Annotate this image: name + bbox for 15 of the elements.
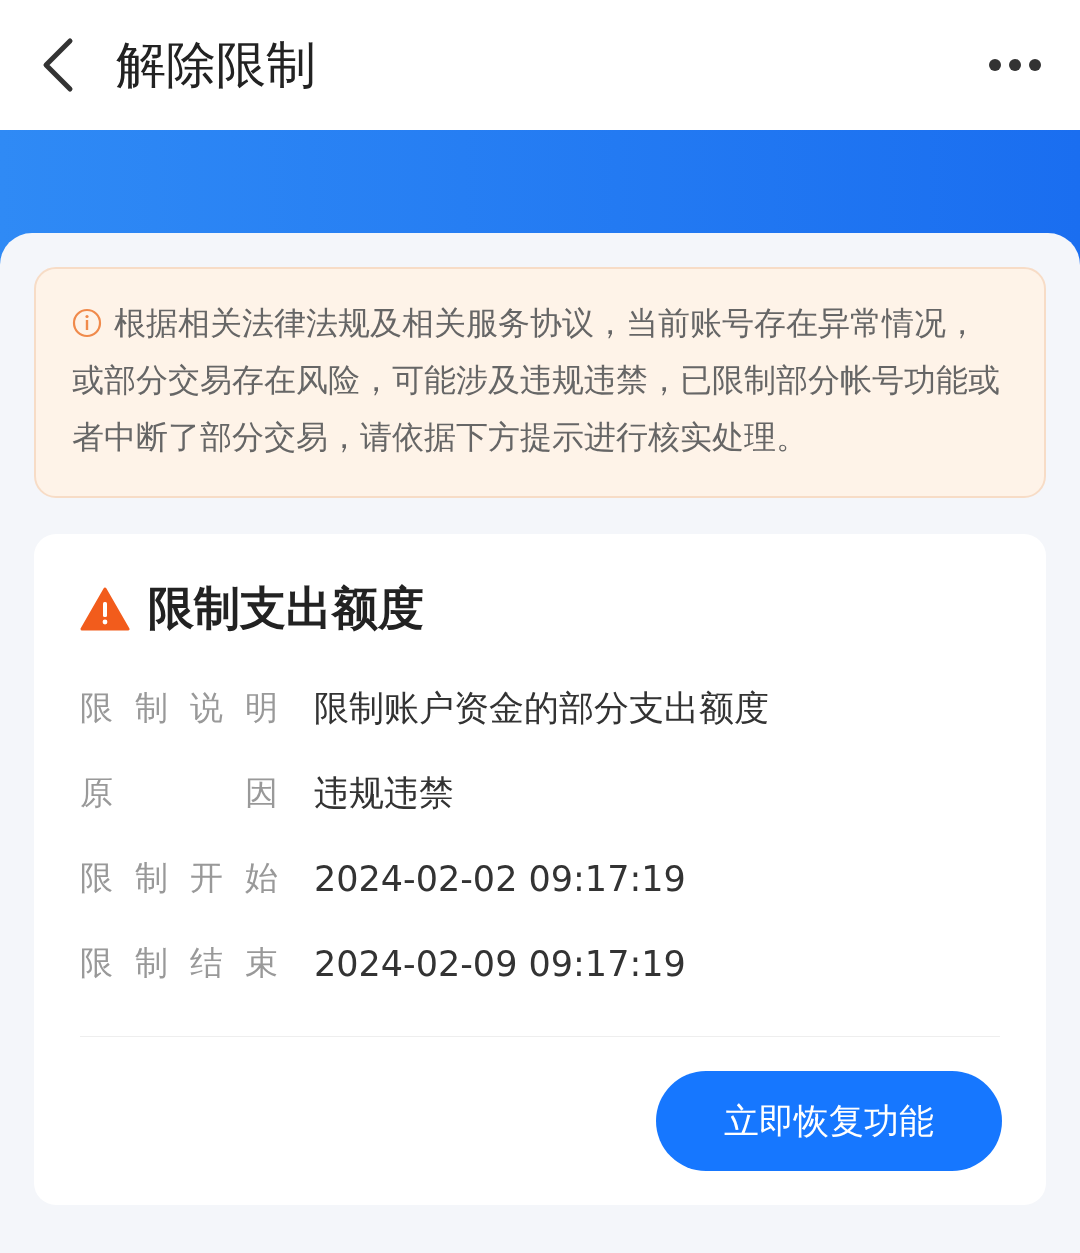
- info-icon: [72, 308, 102, 338]
- field-value: 限制账户资金的部分支出额度: [314, 687, 769, 730]
- field-label: 限制开始: [80, 857, 278, 899]
- notice-text: 根据相关法律法规及相关服务协议，当前账号存在异常情况，或部分交易存在风险，可能涉及违规违禁，已限制部分帐号功能或者中断了部分交易，请依据下方提示进行核实处理。: [72, 303, 1001, 458]
- field-value: 2024-02-09 09:17:19: [314, 943, 686, 984]
- field-label: 限制结束: [80, 942, 278, 984]
- field-label: 限制说明: [80, 687, 278, 729]
- page-title: 解除限制: [116, 34, 317, 96]
- field-label: 原因: [80, 772, 278, 814]
- more-icon[interactable]: [988, 58, 1042, 72]
- field-value: 2024-02-02 09:17:19: [314, 858, 686, 899]
- restore-button[interactable]: 立即恢复功能: [656, 1071, 1002, 1171]
- restriction-title: 限制支出额度: [148, 580, 424, 637]
- warning-icon: [80, 587, 130, 631]
- field-value: 违规违禁: [314, 772, 454, 815]
